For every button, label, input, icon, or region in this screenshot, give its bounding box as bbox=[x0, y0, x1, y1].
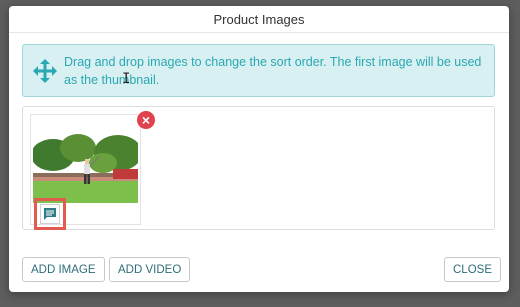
text-cursor-icon: I bbox=[122, 71, 131, 87]
modal-title: Product Images bbox=[213, 11, 305, 27]
add-caption-button[interactable] bbox=[40, 204, 60, 224]
image-gallery: × bbox=[22, 106, 495, 230]
add-image-button[interactable]: ADD IMAGE bbox=[22, 257, 105, 282]
comment-icon bbox=[44, 208, 56, 220]
info-alert: Drag and drop images to change the sort … bbox=[22, 44, 495, 97]
product-images-modal: Product Images Drag and drop images to c… bbox=[9, 6, 509, 292]
remove-image-button[interactable]: × bbox=[137, 111, 155, 129]
add-video-button[interactable]: ADD VIDEO bbox=[109, 257, 191, 282]
move-icon bbox=[33, 59, 57, 83]
golf-photo bbox=[33, 133, 138, 203]
background-page-fragment bbox=[508, 50, 520, 80]
image-thumbnail-card[interactable] bbox=[30, 114, 141, 230]
close-button[interactable]: CLOSE bbox=[444, 257, 501, 282]
caption-button-highlight bbox=[34, 198, 66, 230]
modal-header: Product Images bbox=[9, 6, 509, 33]
